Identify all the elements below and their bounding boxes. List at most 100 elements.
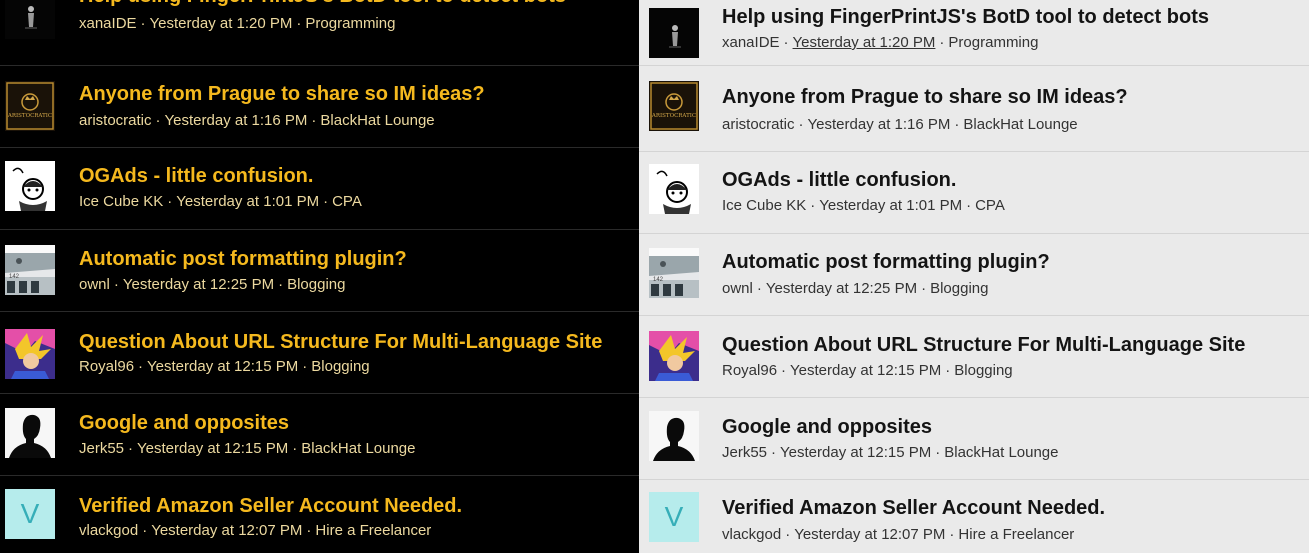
thread-title[interactable]: Anyone from Prague to share so IM ideas?: [79, 82, 485, 106]
thread-row[interactable]: ARISTOCRATIC Anyone from Prague to share…: [0, 66, 639, 148]
thread-author[interactable]: aristocratic: [722, 116, 795, 133]
thread-row[interactable]: OGAds - little confusion. Ice Cube KK · Ye…: [639, 152, 1309, 234]
meta-separator: ·: [323, 193, 329, 210]
thread-forum[interactable]: BlackHat Lounge: [963, 116, 1077, 133]
thread-author[interactable]: Ice Cube KK: [722, 197, 806, 214]
thread-forum[interactable]: Hire a Freelancer: [315, 522, 431, 539]
meta-separator: ·: [296, 15, 302, 32]
meta-separator: ·: [921, 280, 927, 297]
thread-row[interactable]: ARISTOCRATIC Anyone from Prague to share…: [639, 70, 1309, 152]
thread-forum[interactable]: BlackHat Lounge: [301, 440, 415, 457]
thread-title[interactable]: Automatic post formatting plugin?: [722, 250, 1050, 274]
anime-character-avatar[interactable]: [649, 331, 699, 381]
thread-title[interactable]: Help using FingerPrintJS's BotD tool to …: [79, 0, 566, 8]
thread-row[interactable]: V Verified Amazon Seller Account Needed.…: [639, 480, 1309, 553]
thread-time[interactable]: Yesterday at 1:01 PM: [176, 193, 319, 210]
thread-author[interactable]: xanaIDE: [79, 15, 137, 32]
thread-row[interactable]: 142 Automatic post formatting plugin? ow…: [0, 230, 639, 312]
thread-time[interactable]: Yesterday at 12:07 PM: [151, 522, 302, 539]
thread-forum[interactable]: Blogging: [930, 280, 988, 297]
meta-separator: ·: [138, 358, 144, 375]
silhouette-avatar[interactable]: [649, 411, 699, 461]
thread-time[interactable]: Yesterday at 12:25 PM: [766, 280, 917, 297]
thread-time[interactable]: Yesterday at 12:15 PM: [790, 362, 941, 379]
thread-author[interactable]: ownl: [722, 280, 753, 297]
thread-time[interactable]: Yesterday at 1:20 PM: [150, 15, 293, 32]
meta-separator: ·: [142, 522, 148, 539]
thread-title[interactable]: Help using FingerPrintJS's BotD tool to …: [722, 5, 1209, 29]
meta-separator: ·: [935, 444, 941, 461]
dark-figure-avatar[interactable]: [5, 0, 55, 39]
silhouette-avatar[interactable]: [5, 408, 55, 458]
meta-separator: ·: [155, 112, 161, 129]
thread-time[interactable]: Yesterday at 12:15 PM: [147, 358, 298, 375]
thread-forum[interactable]: Blogging: [311, 358, 369, 375]
thread-row[interactable]: Question About URL Structure For Multi-L…: [639, 316, 1309, 398]
thread-row[interactable]: Question About URL Structure For Multi-L…: [0, 312, 639, 394]
thread-time[interactable]: Yesterday at 12:25 PM: [123, 276, 274, 293]
thread-row[interactable]: Google and opposites Jerk55 · Yesterday at…: [639, 398, 1309, 480]
thread-forum[interactable]: CPA: [975, 197, 1005, 214]
meta-separator: ·: [783, 34, 789, 51]
thread-time[interactable]: Yesterday at 1:01 PM: [819, 197, 962, 214]
thread-time[interactable]: Yesterday at 12:15 PM: [780, 444, 931, 461]
thread-time[interactable]: Yesterday at 12:15 PM: [137, 440, 288, 457]
cartoon-character-avatar[interactable]: [5, 161, 55, 211]
thread-author[interactable]: vlackgod: [722, 526, 781, 543]
thread-row[interactable]: V Verified Amazon Seller Account Needed.…: [0, 476, 639, 553]
thread-forum[interactable]: Blogging: [287, 276, 345, 293]
thread-meta: Jerk55 · Yesterday at 12:15 PM · BlackHat Lo…: [79, 440, 416, 458]
thread-forum[interactable]: Blogging: [954, 362, 1012, 379]
avatar[interactable]: V: [5, 489, 55, 539]
anime-character-avatar[interactable]: [5, 329, 55, 379]
thread-author[interactable]: Jerk55: [79, 440, 124, 457]
thread-row[interactable]: 142 Automatic post formatting plugin? ow…: [639, 234, 1309, 316]
thread-title[interactable]: Question About URL Structure For Multi-L…: [79, 330, 602, 354]
meta-separator: ·: [810, 197, 816, 214]
thread-title[interactable]: Question About URL Structure For Multi-L…: [722, 333, 1245, 357]
thread-forum[interactable]: BlackHat Lounge: [320, 112, 434, 129]
thread-author[interactable]: Jerk55: [722, 444, 767, 461]
thread-meta: vlackgod · Yesterday at 12:07 PM · Hire a Fr…: [722, 526, 1074, 544]
thread-title[interactable]: OGAds - little confusion.: [79, 164, 313, 188]
thread-row[interactable]: Google and opposites Jerk55 · Yesterday at…: [0, 394, 639, 476]
thread-author[interactable]: Royal96: [722, 362, 777, 379]
thread-meta: vlackgod · Yesterday at 12:07 PM · Hire a Fr…: [79, 522, 431, 540]
thread-title[interactable]: Verified Amazon Seller Account Needed.: [722, 496, 1105, 520]
dark-theme-thread-list: Help using FingerPrintJS's BotD tool to …: [0, 0, 639, 553]
thread-author[interactable]: Ice Cube KK: [79, 193, 163, 210]
thread-forum[interactable]: Hire a Freelancer: [958, 526, 1074, 543]
thread-title[interactable]: OGAds - little confusion.: [722, 168, 956, 192]
thread-title[interactable]: Anyone from Prague to share so IM ideas?: [722, 85, 1128, 109]
thread-forum[interactable]: Programming: [305, 15, 395, 32]
thread-title[interactable]: Automatic post formatting plugin?: [79, 247, 407, 271]
thread-author[interactable]: ownl: [79, 276, 110, 293]
thread-forum[interactable]: CPA: [332, 193, 362, 210]
thread-meta: Ice Cube KK · Yesterday at 1:01 PM · CPA: [722, 197, 1005, 215]
thread-row[interactable]: OGAds - little confusion. Ice Cube KK · Ye…: [0, 148, 639, 230]
thread-title[interactable]: Verified Amazon Seller Account Needed.: [79, 494, 462, 518]
thread-time[interactable]: Yesterday at 1:16 PM: [808, 116, 951, 133]
thread-title[interactable]: Google and opposites: [722, 415, 932, 439]
thread-meta: ownl · Yesterday at 12:25 PM · Blogging: [722, 280, 988, 298]
thread-time[interactable]: Yesterday at 1:16 PM: [165, 112, 308, 129]
thread-row[interactable]: Help using FingerPrintJS's BotD tool to …: [639, 0, 1309, 66]
thread-author[interactable]: Royal96: [79, 358, 134, 375]
building-photo-avatar[interactable]: 142: [5, 245, 55, 295]
aristocratic-logo-avatar[interactable]: ARISTOCRATIC: [5, 81, 55, 131]
thread-author[interactable]: xanaIDE: [722, 34, 780, 51]
building-photo-avatar[interactable]: 142: [649, 248, 699, 298]
thread-title[interactable]: Google and opposites: [79, 411, 289, 435]
thread-time[interactable]: Yesterday at 12:07 PM: [794, 526, 945, 543]
cartoon-character-avatar[interactable]: [649, 164, 699, 214]
thread-author[interactable]: vlackgod: [79, 522, 138, 539]
avatar[interactable]: V: [649, 492, 699, 542]
thread-forum[interactable]: Programming: [948, 34, 1038, 51]
dark-figure-avatar[interactable]: [649, 8, 699, 58]
thread-forum[interactable]: BlackHat Lounge: [944, 444, 1058, 461]
svg-text:142: 142: [653, 277, 664, 283]
thread-time[interactable]: Yesterday at 1:20 PM: [793, 34, 936, 51]
aristocratic-logo-avatar[interactable]: ARISTOCRATIC: [649, 81, 699, 131]
thread-row[interactable]: Help using FingerPrintJS's BotD tool to …: [0, 0, 639, 66]
thread-author[interactable]: aristocratic: [79, 112, 152, 129]
